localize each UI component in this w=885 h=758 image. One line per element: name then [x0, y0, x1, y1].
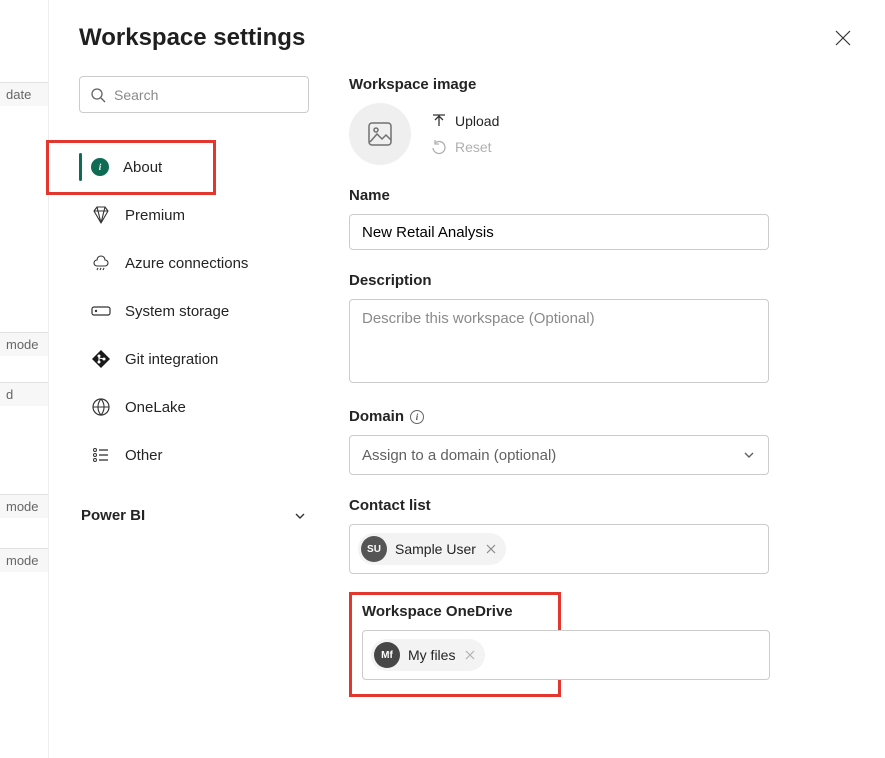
onedrive-label: Workspace OneDrive [362, 603, 548, 620]
globe-icon [91, 397, 111, 417]
storage-icon [91, 301, 111, 321]
name-input[interactable] [349, 214, 769, 250]
contact-label: Contact list [349, 497, 769, 514]
nav-item-other[interactable]: Other [79, 431, 309, 479]
avatar: Mf [374, 642, 400, 668]
nav-list: i About Premium Azure connections [79, 143, 309, 479]
close-icon [465, 650, 475, 660]
upload-icon [431, 113, 447, 129]
field-group-contact: Contact list SU Sample User [349, 497, 769, 574]
search-icon [90, 87, 106, 103]
reset-label: Reset [455, 139, 492, 155]
info-icon[interactable]: i [410, 410, 424, 424]
contact-input[interactable]: SU Sample User [349, 524, 769, 574]
nav-label: About [123, 159, 162, 176]
domain-placeholder: Assign to a domain (optional) [362, 447, 556, 464]
chip-remove-button[interactable] [463, 647, 477, 663]
onedrive-chip: Mf My files [371, 639, 485, 671]
right-column: Workspace image Upload Reset [349, 76, 769, 734]
name-label: Name [349, 187, 769, 204]
upload-button[interactable]: Upload [431, 113, 499, 129]
left-column: i About Premium Azure connections [79, 76, 309, 734]
contact-chip: SU Sample User [358, 533, 506, 565]
nav-label: Premium [125, 207, 185, 224]
bg-text: d [0, 382, 48, 406]
cloud-icon [91, 253, 111, 273]
bg-text: mode [0, 494, 48, 518]
close-button[interactable] [831, 26, 855, 50]
search-input[interactable] [114, 87, 298, 103]
nav-label: Git integration [125, 351, 218, 368]
upload-label: Upload [455, 113, 499, 129]
reset-icon [431, 139, 447, 155]
onedrive-input[interactable]: Mf My files [362, 630, 770, 680]
panel-title: Workspace settings [79, 24, 305, 52]
nav-item-azure[interactable]: Azure connections [79, 239, 309, 287]
image-label: Workspace image [349, 76, 769, 93]
nav-item-about[interactable]: i About [79, 143, 309, 191]
close-icon [835, 30, 851, 46]
settings-panel: Workspace settings i About Premium [48, 0, 885, 758]
bg-text: date [0, 82, 48, 106]
list-icon [91, 445, 111, 465]
bg-text: mode [0, 548, 48, 572]
section-label: Power BI [81, 507, 145, 524]
field-group-description: Description [349, 272, 769, 386]
nav-item-git[interactable]: Git integration [79, 335, 309, 383]
search-box[interactable] [79, 76, 309, 113]
field-group-name: Name [349, 187, 769, 250]
panel-header: Workspace settings [79, 24, 855, 52]
image-icon [366, 120, 394, 148]
description-label: Description [349, 272, 769, 289]
workspace-image-placeholder [349, 103, 411, 165]
chip-remove-button[interactable] [484, 541, 498, 557]
description-input[interactable] [349, 299, 769, 383]
avatar: SU [361, 536, 387, 562]
nav-label: OneLake [125, 399, 186, 416]
domain-label: Domain i [349, 408, 769, 425]
field-group-domain: Domain i Assign to a domain (optional) [349, 408, 769, 475]
nav-label: Other [125, 447, 163, 464]
nav-label: Azure connections [125, 255, 248, 272]
section-powerbi[interactable]: Power BI [79, 503, 309, 528]
chip-label: Sample User [395, 541, 476, 557]
nav-item-storage[interactable]: System storage [79, 287, 309, 335]
diamond-icon [91, 205, 111, 225]
field-group-image: Workspace image Upload Reset [349, 76, 769, 165]
nav-item-onelake[interactable]: OneLake [79, 383, 309, 431]
reset-button: Reset [431, 139, 499, 155]
close-icon [486, 544, 496, 554]
field-group-onedrive: Workspace OneDrive Mf My files [349, 592, 561, 697]
domain-select[interactable]: Assign to a domain (optional) [349, 435, 769, 475]
git-icon [91, 349, 111, 369]
chevron-down-icon [293, 509, 307, 523]
nav-item-premium[interactable]: Premium [79, 191, 309, 239]
info-icon: i [91, 158, 109, 176]
chip-label: My files [408, 647, 455, 663]
bg-text: mode [0, 332, 48, 356]
nav-label: System storage [125, 303, 229, 320]
chevron-down-icon [742, 448, 756, 462]
